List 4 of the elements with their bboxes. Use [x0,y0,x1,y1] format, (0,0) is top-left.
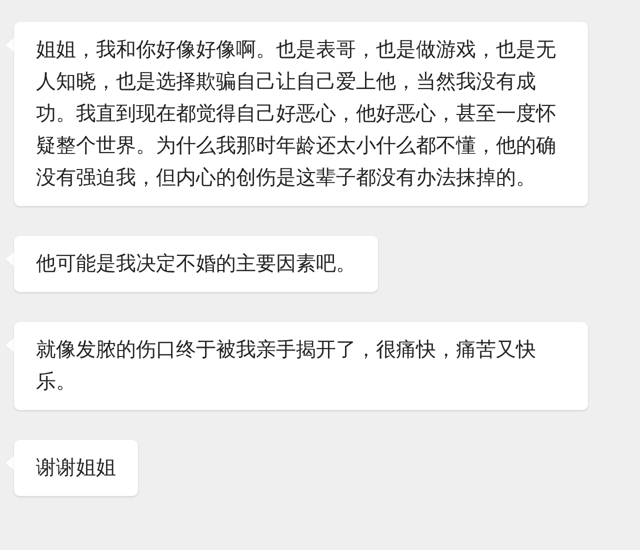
message-bubble: 他可能是我决定不婚的主要因素吧。 [14,236,378,292]
message-bubble: 谢谢姐姐 [14,440,138,496]
message-bubble: 姐姐，我和你好像好像啊。也是表哥，也是做游戏，也是无人知晓，也是选择欺骗自己让自己爱上他，当然我没有成功。我直到现在都觉得自己好恶心，他好恶心，甚至一度怀疑整个世界。为什么我那时年龄还太小什么都不懂，他的确没有强迫我，但内心的创伤是这辈子都没有办法抹掉的。 [14,22,588,206]
message-bubble: 就像发脓的伤口终于被我亲手揭开了，很痛快，痛苦又快乐。 [14,322,588,410]
